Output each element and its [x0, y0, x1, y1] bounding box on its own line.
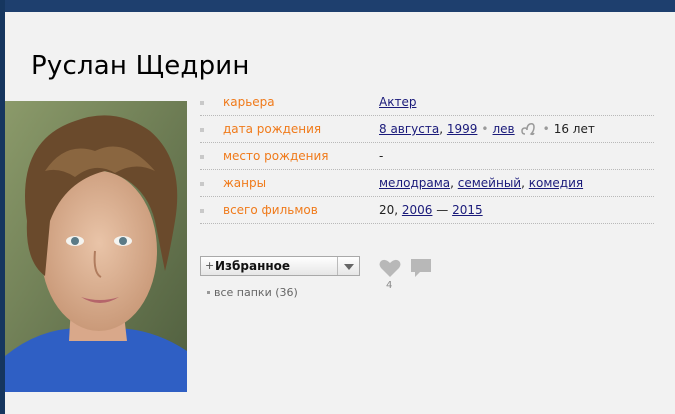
bullet-icon — [200, 155, 204, 159]
person-photo — [5, 101, 187, 392]
info-link[interactable]: Актер — [379, 95, 416, 109]
info-link[interactable]: лев — [493, 122, 515, 136]
leo-zodiac-icon — [520, 122, 535, 139]
info-link[interactable]: 1999 — [447, 122, 478, 136]
bullet-icon — [200, 101, 204, 105]
favorites-dropdown[interactable]: + Избранное — [200, 256, 360, 276]
bullet-icon — [200, 209, 204, 213]
info-link[interactable]: семейный — [458, 176, 521, 190]
info-row-label: дата рождения — [223, 122, 322, 136]
info-link[interactable]: мелодрама — [379, 176, 450, 190]
separator-dot: • — [542, 122, 550, 136]
bullet-icon — [200, 128, 204, 132]
info-row-label: жанры — [223, 176, 267, 190]
bullet-icon — [200, 182, 204, 186]
info-link[interactable]: комедия — [529, 176, 583, 190]
info-text: , — [521, 176, 529, 190]
info-row-label: всего фильмов — [223, 203, 318, 217]
page-title: Руслан Щедрин — [31, 51, 250, 82]
info-text: , — [450, 176, 458, 190]
favorites-button-label: Избранное — [215, 259, 291, 273]
likes-count: 4 — [386, 280, 393, 291]
info-text: 20, — [379, 203, 402, 217]
chevron-down-icon[interactable] — [344, 264, 354, 270]
info-row-value: 20, 2006 — 2015 — [379, 203, 483, 217]
heart-icon[interactable] — [379, 258, 401, 282]
info-row-label: место рождения — [223, 149, 329, 163]
info-row-value: мелодрама, семейный, комедия — [379, 176, 583, 190]
info-row: жанры мелодрама, семейный, комедия — [200, 170, 654, 197]
separator-dot: • — [481, 122, 489, 136]
info-row: место рождения - — [200, 143, 654, 170]
info-row-label: карьера — [223, 95, 275, 109]
info-row: карьера Актер — [200, 89, 654, 116]
all-folders-link[interactable]: все папки (36) — [207, 286, 298, 299]
all-folders-label: все папки (36) — [214, 286, 298, 299]
info-row: всего фильмов 20, 2006 — 2015 — [200, 197, 654, 224]
info-text: - — [379, 149, 384, 163]
info-row-value: Актер — [379, 95, 416, 109]
info-text: 16 лет — [553, 122, 595, 136]
dropdown-separator — [337, 257, 338, 275]
bullet-icon — [207, 291, 210, 294]
info-link[interactable]: 8 августа — [379, 122, 439, 136]
info-link[interactable]: 2006 — [402, 203, 433, 217]
info-row: дата рождения 8 августа, 1999 • лев • 16 лет — [200, 116, 654, 143]
info-row-value: 8 августа, 1999 • лев • 16 лет — [379, 122, 595, 139]
info-link[interactable]: 2015 — [452, 203, 483, 217]
info-text: — — [432, 203, 453, 217]
plus-icon: + — [205, 259, 215, 272]
comment-icon[interactable] — [409, 258, 433, 284]
info-table: карьера Актер дата рождения 8 августа, 1999… — [200, 89, 654, 224]
info-text: , — [439, 122, 447, 136]
info-row-value: - — [379, 149, 383, 163]
